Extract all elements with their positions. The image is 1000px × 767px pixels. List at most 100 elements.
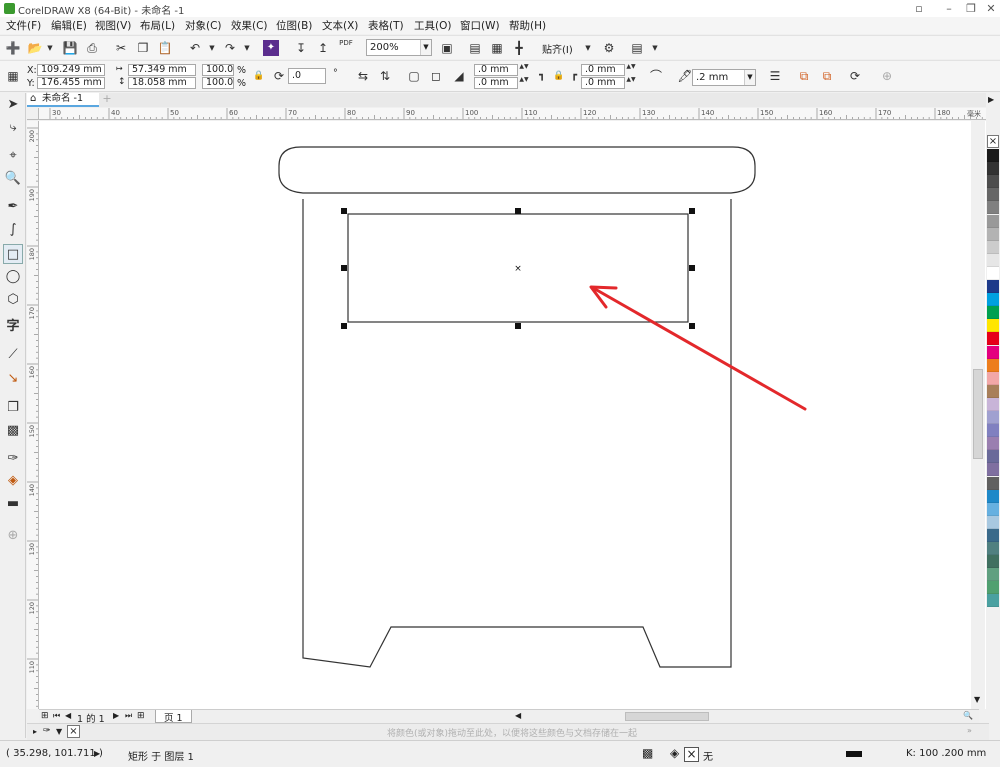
redo-icon[interactable]: ↷ <box>221 39 239 57</box>
rotation-angle-field[interactable]: .0 <box>288 68 326 84</box>
next-page-icon[interactable]: ▶ <box>113 711 119 720</box>
launcher-dropdown-icon[interactable]: ▼ <box>646 39 664 57</box>
freehand-tool-icon[interactable]: ✒ <box>3 197 23 217</box>
pick-tool-icon[interactable]: ➤ <box>3 95 23 115</box>
spin-down-icon[interactable]: ▲▼ <box>519 77 529 89</box>
show-rulers-icon[interactable]: ▤ <box>466 39 484 57</box>
outline-width-select[interactable]: .2 mm ▼ <box>692 69 756 86</box>
new-tab-icon[interactable]: + <box>101 93 113 106</box>
menu-view[interactable]: 视图(V) <box>95 18 131 33</box>
add-tool-icon[interactable]: ⊕ <box>3 526 23 546</box>
text-wrap-icon[interactable]: ☰ <box>766 67 784 85</box>
palette-swatch[interactable] <box>987 489 999 503</box>
drawing-canvas[interactable]: × <box>39 121 989 709</box>
document-tab[interactable]: ⌂ 未命名 -1 <box>27 93 99 107</box>
snap-dropdown-icon[interactable]: ▼ <box>579 39 597 57</box>
crop-tool-icon[interactable]: ⌖ <box>3 146 23 166</box>
snap-to-dropdown[interactable]: 贴齐(I) <box>542 41 573 56</box>
spin-up-icon[interactable]: ▲▼ <box>519 64 529 76</box>
status-expand-icon[interactable]: ▶ <box>94 749 100 758</box>
corner-radius-bottom-right-field[interactable]: .0 mm <box>581 77 625 89</box>
previous-page-icon[interactable]: ◀ <box>65 711 71 720</box>
color-eyedropper-tool-icon[interactable]: ✑ <box>3 449 23 469</box>
ruler-origin[interactable] <box>27 108 39 120</box>
palette-swatch[interactable] <box>987 319 999 333</box>
scalloped-corner-icon[interactable]: ◻ <box>427 67 445 85</box>
mirror-horizontal-icon[interactable]: ⇆ <box>354 67 372 85</box>
mirror-vertical-icon[interactable]: ⇅ <box>376 67 394 85</box>
scale-x-field[interactable]: 100.0 <box>202 64 234 76</box>
print-icon[interactable]: ⎙ <box>83 39 101 57</box>
palette-swatch[interactable] <box>987 568 999 582</box>
palette-swatch[interactable] <box>987 332 999 346</box>
text-tool-icon[interactable]: 字 <box>3 317 23 337</box>
menu-window[interactable]: 窗口(W) <box>460 18 500 33</box>
palette-swatch[interactable] <box>987 227 999 241</box>
palette-swatch[interactable] <box>987 476 999 490</box>
palette-swatch[interactable] <box>987 437 999 451</box>
show-grid-icon[interactable]: ▦ <box>488 39 506 57</box>
palette-swatch[interactable] <box>987 502 999 516</box>
open-dropdown-icon[interactable]: ▼ <box>41 39 59 57</box>
menu-table[interactable]: 表格(T) <box>368 18 404 33</box>
search-content-icon[interactable]: ✦ <box>263 40 279 56</box>
palette-scroll-up-icon[interactable]: ▶ <box>988 95 994 104</box>
palette-swatch[interactable] <box>987 450 999 464</box>
palette-swatch[interactable] <box>987 293 999 307</box>
palette-swatch[interactable] <box>987 358 999 372</box>
object-origin-icon[interactable]: ▦ <box>4 67 22 85</box>
copy-icon[interactable]: ❐ <box>134 39 152 57</box>
palette-swatch[interactable] <box>987 411 999 424</box>
palette-swatch[interactable] <box>987 149 999 162</box>
palette-swatch[interactable] <box>987 266 999 280</box>
palette-swatch[interactable] <box>987 345 999 359</box>
scale-y-field[interactable]: 100.0 <box>202 77 234 89</box>
no-color-swatch-icon[interactable]: × <box>987 135 999 148</box>
smart-fill-tool-icon[interactable]: ▬ <box>3 494 23 514</box>
export-icon[interactable]: ↥ <box>314 39 332 57</box>
vertical-scroll-thumb[interactable] <box>973 369 983 459</box>
horizontal-scroll-thumb[interactable] <box>625 712 709 721</box>
application-launcher-icon[interactable]: ▤ <box>628 39 646 57</box>
scroll-down-icon[interactable]: ▼ <box>974 695 980 704</box>
palette-swatch[interactable] <box>987 397 999 411</box>
transparency-tool-icon[interactable]: ▩ <box>3 421 23 441</box>
color-proof-icon[interactable]: ▩ <box>642 746 653 760</box>
undo-dropdown-icon[interactable]: ▼ <box>203 39 221 57</box>
palette-swatch[interactable] <box>987 555 999 569</box>
palette-swatch[interactable] <box>987 463 999 477</box>
cut-icon[interactable]: ✂ <box>112 39 130 57</box>
rectangle-tool-icon[interactable]: □ <box>3 244 23 264</box>
no-color-doc-swatch-icon[interactable]: × <box>67 725 80 738</box>
add-page-before-icon[interactable]: ⊞ <box>41 711 49 721</box>
last-page-icon[interactable]: ⏭ <box>125 711 132 721</box>
menu-effects[interactable]: 效果(C) <box>231 18 268 33</box>
x-position-field[interactable]: 109.249 mm <box>37 64 105 76</box>
connector-tool-icon[interactable]: ↘ <box>3 369 23 389</box>
spin-up-right-icon[interactable]: ▲▼ <box>626 64 636 76</box>
new-document-icon[interactable]: ➕ <box>4 39 22 57</box>
palette-expand-icon[interactable]: » <box>967 726 972 735</box>
palette-swatch[interactable] <box>987 162 999 176</box>
palette-swatch[interactable] <box>987 515 999 529</box>
polygon-tool-icon[interactable]: ⬡ <box>3 290 23 310</box>
palette-swatch[interactable] <box>987 594 999 608</box>
chamfered-corner-icon[interactable]: ◢ <box>450 67 468 85</box>
menu-help[interactable]: 帮助(H) <box>509 18 546 33</box>
hscroll-left-icon[interactable]: ◀ <box>515 711 521 720</box>
palette-swatch[interactable] <box>987 175 999 189</box>
undo-icon[interactable]: ↶ <box>186 39 204 57</box>
width-field[interactable]: 57.349 mm <box>128 64 196 76</box>
spin-down-right-icon[interactable]: ▲▼ <box>626 77 636 89</box>
options-gear-icon[interactable]: ⚙ <box>600 39 618 57</box>
close-button[interactable]: ✕ <box>978 0 1000 17</box>
menu-text[interactable]: 文本(X) <box>322 18 358 33</box>
lock-ratio-icon[interactable]: 🔒 <box>250 67 268 85</box>
zoom-level-select[interactable]: 200% ▼ <box>366 39 432 56</box>
interactive-fill-tool-icon[interactable]: ◈ <box>3 471 23 491</box>
height-field[interactable]: 18.058 mm <box>128 77 196 89</box>
relative-corner-scaling-icon[interactable]: ⌒ <box>647 67 665 85</box>
palette-swatch[interactable] <box>987 214 999 228</box>
corner-radius-top-left-field[interactable]: .0 mm <box>474 64 518 76</box>
add-page-after-icon[interactable]: ⊞ <box>137 711 145 721</box>
